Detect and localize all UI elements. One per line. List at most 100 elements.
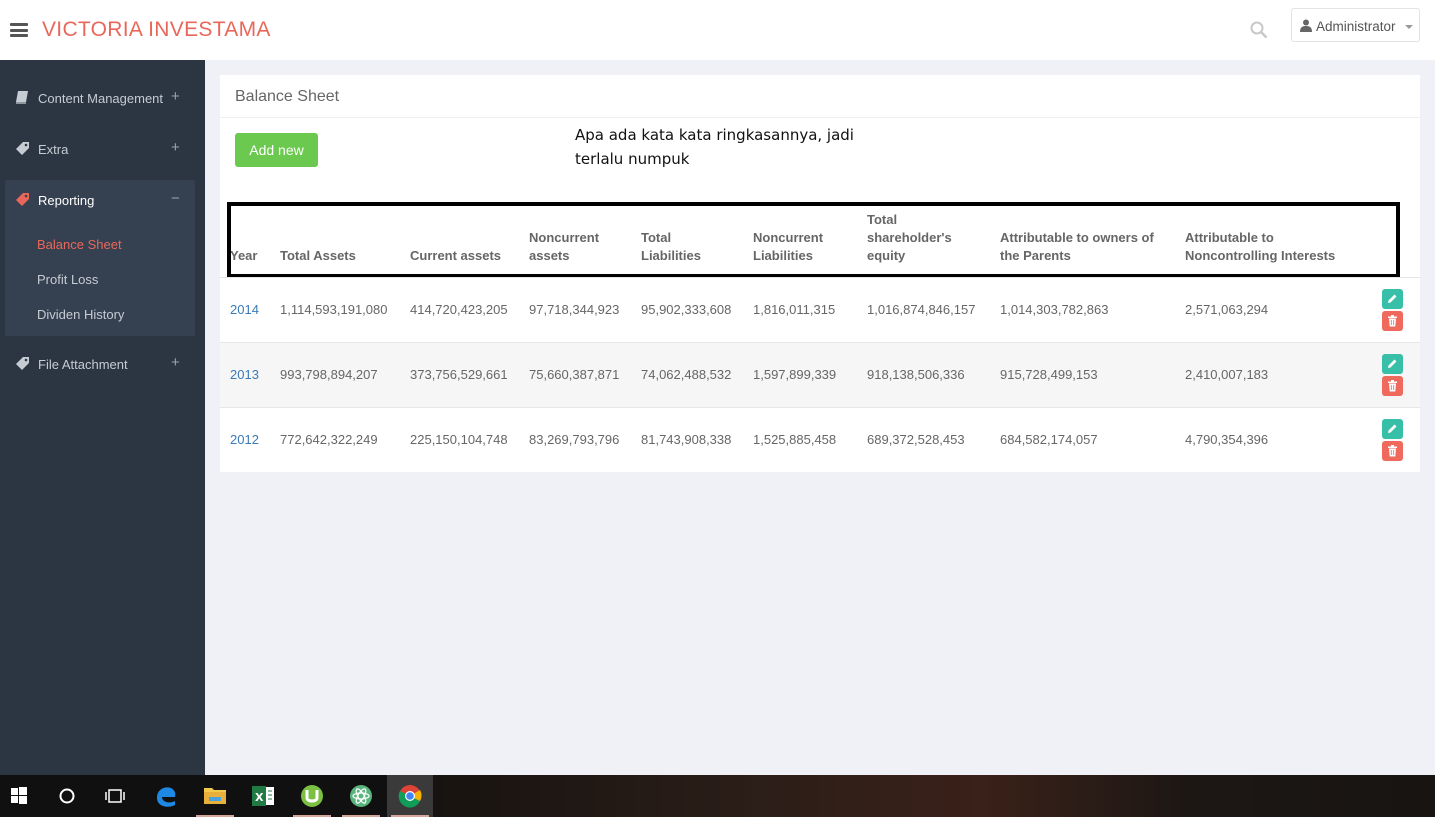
table-cell: 1,816,011,315 [753, 302, 836, 317]
user-name: Administrator [1316, 19, 1396, 34]
trash-icon [1388, 380, 1397, 392]
add-new-button[interactable]: Add new [235, 133, 318, 167]
sidebar-item-file-attachment[interactable]: File Attachment + [0, 344, 195, 384]
table-cell: 1,114,593,191,080 [280, 302, 388, 317]
pencil-icon [1388, 424, 1397, 433]
table-cell: 915,728,499,153 [1000, 367, 1098, 382]
th-year: Year [230, 247, 257, 265]
balance-sheet-panel: Balance Sheet Add new Apa ada kata kata … [220, 75, 1420, 472]
tag-icon [16, 193, 29, 206]
sidebar-item-label: Content Management [38, 91, 164, 106]
th-total-shareholders-equity: Total shareholder's equity [867, 211, 952, 265]
edit-button[interactable] [1382, 354, 1403, 374]
cortana-icon[interactable] [44, 775, 90, 817]
delete-button[interactable] [1382, 311, 1403, 331]
expand-icon: + [171, 88, 180, 105]
header-line: Liabilities [641, 248, 701, 263]
table-cell: 1,016,874,846,157 [867, 302, 976, 317]
table-cell: 918,138,506,336 [867, 367, 965, 382]
table-cell: 1,525,885,458 [753, 432, 837, 447]
tag-icon [16, 142, 29, 155]
menu-toggle-icon[interactable] [10, 23, 28, 37]
utorrent-icon[interactable] [289, 775, 335, 817]
header-line: equity [867, 248, 906, 263]
delete-button[interactable] [1382, 441, 1403, 461]
table-cell: 2,410,007,183 [1185, 367, 1269, 382]
edit-button[interactable] [1382, 419, 1403, 439]
th-noncurrent-liabilities: Noncurrent Liabilities [753, 229, 823, 265]
annotation-line: terlalu numpuk [575, 150, 690, 168]
header-line: the Parents [1000, 248, 1071, 263]
sidebar-subitem-profit-loss[interactable]: Profit Loss [37, 272, 98, 287]
table-cell: 414,720,423,205 [410, 302, 508, 317]
header-line: Current assets [410, 248, 502, 263]
header-line: assets [529, 248, 570, 263]
year-link[interactable]: 2014 [230, 302, 259, 317]
table-cell: 4,790,354,396 [1185, 432, 1269, 447]
taskbar-wallpaper [432, 775, 1435, 817]
windows-start-icon[interactable] [0, 775, 46, 817]
table-cell: 2,571,063,294 [1185, 302, 1269, 317]
book-icon [16, 91, 28, 104]
user-menu-button[interactable]: Administrator [1291, 8, 1420, 42]
header-line: Noncurrent [529, 230, 600, 245]
svg-text:X: X [255, 791, 264, 804]
table-cell: 1,597,899,339 [753, 367, 837, 382]
table-cell: 993,798,894,207 [280, 367, 378, 382]
th-total-assets: Total Assets [280, 247, 356, 265]
header-line: Attributable to owners of [1000, 230, 1154, 245]
header-line: Total [867, 212, 898, 227]
header-line: Total Assets [280, 248, 356, 263]
atom-icon[interactable] [338, 775, 384, 817]
sidebar-item-content-management[interactable]: Content Management + [0, 78, 195, 118]
year-link[interactable]: 2013 [230, 367, 259, 382]
chrome-icon[interactable] [387, 775, 433, 817]
file-explorer-icon[interactable] [192, 775, 238, 817]
table-cell: 74,062,488,532 [641, 367, 732, 382]
expand-icon: + [171, 139, 180, 156]
th-total-liabilities: Total Liabilities [641, 229, 701, 265]
header-line: Attributable to [1185, 230, 1274, 245]
table-cell: 81,743,908,338 [641, 432, 732, 447]
pencil-icon [1388, 294, 1397, 303]
sidebar-subitem-balance-sheet[interactable]: Balance Sheet [37, 237, 122, 252]
sidebar-item-reporting[interactable]: Reporting − [0, 180, 195, 220]
annotation-note: Apa ada kata kata ringkasannya, jadi ter… [575, 123, 875, 171]
panel-title: Balance Sheet [235, 88, 340, 105]
trash-icon [1388, 445, 1397, 457]
table-cell: 1,014,303,782,863 [1000, 302, 1109, 317]
brand-title[interactable]: VICTORIA INVESTAMA [42, 18, 271, 42]
sidebar-item-extra[interactable]: Extra + [0, 129, 195, 169]
task-view-icon[interactable] [92, 775, 138, 817]
table-cell: 95,902,333,608 [641, 302, 732, 317]
table-cell: 689,372,528,453 [867, 432, 965, 447]
th-attributable-owners-parents: Attributable to owners of the Parents [1000, 229, 1154, 265]
year-link[interactable]: 2012 [230, 432, 259, 447]
edge-icon[interactable] [143, 775, 189, 817]
table-cell: 83,269,793,796 [529, 432, 620, 447]
th-current-assets: Current assets [410, 247, 501, 265]
th-noncurrent-assets: Noncurrent assets [529, 229, 599, 265]
collapse-icon: − [171, 190, 180, 207]
delete-button[interactable] [1382, 376, 1403, 396]
excel-icon[interactable]: X [240, 775, 286, 817]
header-line: Total [641, 230, 672, 245]
chevron-down-icon [1405, 25, 1413, 29]
search-icon[interactable] [1250, 21, 1268, 39]
table-row: 2013 993,798,894,207 373,756,529,661 75,660… [220, 342, 1420, 407]
table-cell: 373,756,529,661 [410, 367, 508, 382]
table-cell: 684,582,174,057 [1000, 432, 1098, 447]
table-cell: 97,718,344,923 [529, 302, 620, 317]
table-cell: 225,150,104,748 [410, 432, 508, 447]
user-icon [1300, 19, 1312, 32]
windows-taskbar: X [0, 775, 1435, 817]
table-row: 2014 1,114,593,191,080 414,720,423,205 97,7… [220, 277, 1420, 342]
header-line: Noncontrolling Interests [1185, 248, 1336, 263]
sidebar-subitem-dividen-history[interactable]: Dividen History [37, 307, 124, 322]
sidebar: Content Management + Extra + Reporting −… [0, 60, 205, 775]
sidebar-item-label: Reporting [38, 193, 95, 208]
edit-button[interactable] [1382, 289, 1403, 309]
header-line: Liabilities [753, 248, 813, 263]
sidebar-item-label: Extra [38, 142, 69, 157]
divider [220, 117, 1420, 118]
